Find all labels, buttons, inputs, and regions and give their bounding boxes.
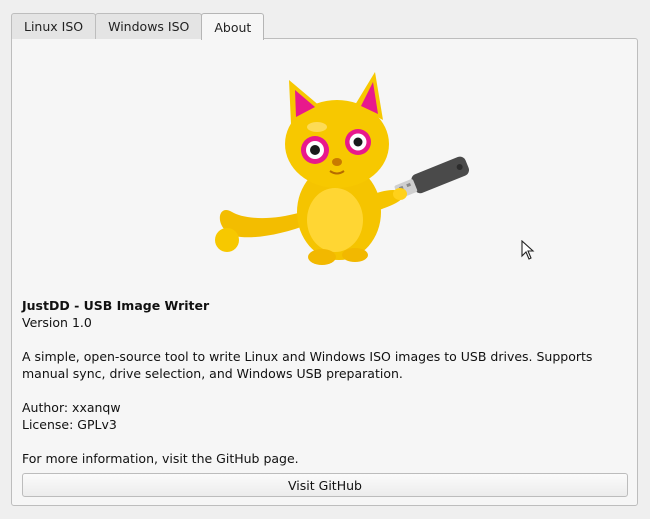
author-label: Author: xxanqw bbox=[22, 400, 121, 415]
about-panel: JustDD - USB Image Writer Version 1.0 A … bbox=[11, 38, 638, 506]
app-description: A simple, open-source tool to write Linu… bbox=[22, 349, 593, 381]
app-window: Linux ISO Windows ISO About JustDD - USB… bbox=[0, 0, 650, 519]
about-text: JustDD - USB Image Writer Version 1.0 A … bbox=[22, 297, 622, 467]
app-name: JustDD - USB Image Writer bbox=[22, 298, 210, 313]
visit-github-button[interactable]: Visit GitHub bbox=[22, 473, 628, 497]
mouse-pointer-icon bbox=[521, 240, 535, 260]
app-version: Version 1.0 bbox=[22, 315, 92, 330]
tab-windows-iso[interactable]: Windows ISO bbox=[95, 13, 203, 39]
license-label: License: GPLv3 bbox=[22, 417, 117, 432]
tab-bar: Linux ISO Windows ISO About bbox=[11, 12, 265, 40]
tab-linux-iso[interactable]: Linux ISO bbox=[11, 13, 97, 39]
yellow-cat-holding-usb-icon bbox=[215, 72, 470, 265]
more-info-label: For more information, visit the GitHub p… bbox=[22, 451, 299, 466]
tab-about[interactable]: About bbox=[201, 13, 265, 40]
